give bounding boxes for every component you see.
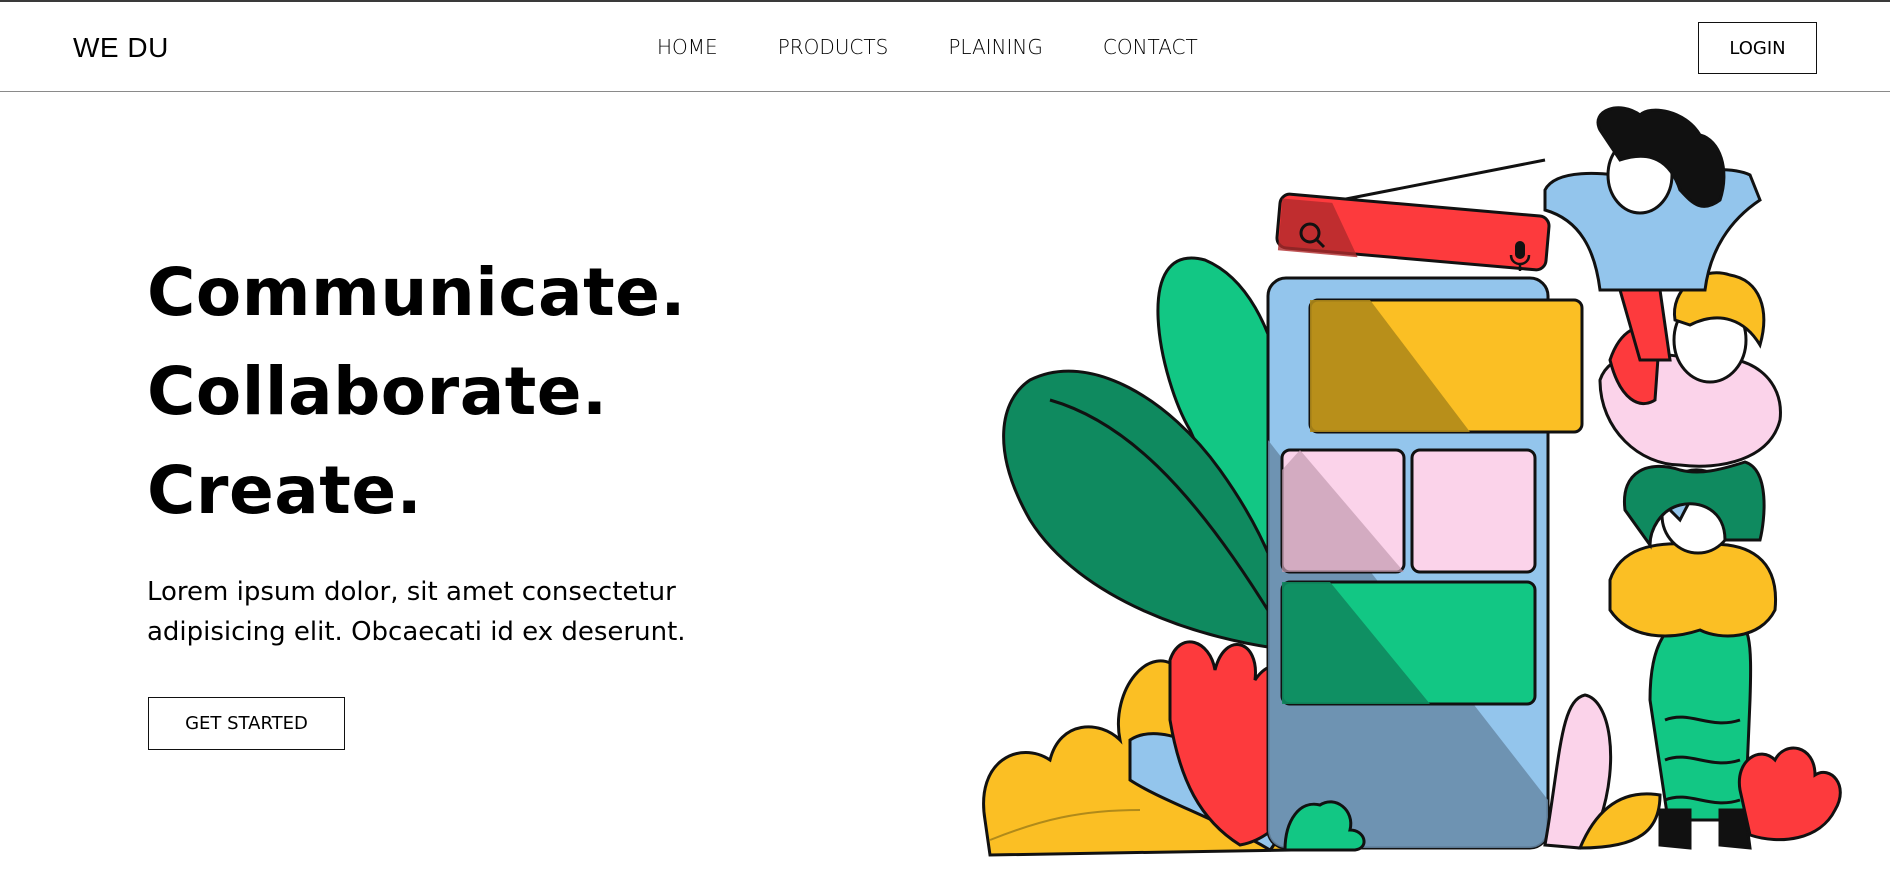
brand-logo[interactable]: WE DU (73, 32, 169, 64)
hero-heading-create: Create. (147, 452, 423, 529)
hero-heading-collaborate: Collaborate. (147, 353, 608, 430)
left-leaf-group (1002, 256, 1312, 653)
site-header: WE DU HOME PRODUCTS PLAINING CONTACT LOG… (0, 2, 1890, 92)
main-nav: HOME PRODUCTS PLAINING CONTACT (657, 35, 1258, 59)
nav-products[interactable]: PRODUCTS (778, 35, 889, 59)
hero-description: Lorem ipsum dolor, sit amet consectetur … (147, 577, 686, 647)
nav-contact[interactable]: CONTACT (1103, 35, 1198, 59)
phone-illustration (1266, 276, 1584, 850)
hero-heading-communicate: Communicate. (147, 254, 686, 331)
get-started-button[interactable]: GET STARTED (148, 697, 345, 750)
search-bar-illustration (1275, 158, 1551, 272)
nav-plaining[interactable]: PLAINING (948, 35, 1043, 59)
red-bush (1737, 746, 1842, 842)
hero-illustration (982, 106, 1842, 857)
nav-home[interactable]: HOME (657, 35, 718, 59)
login-button[interactable]: LOGIN (1698, 22, 1817, 74)
